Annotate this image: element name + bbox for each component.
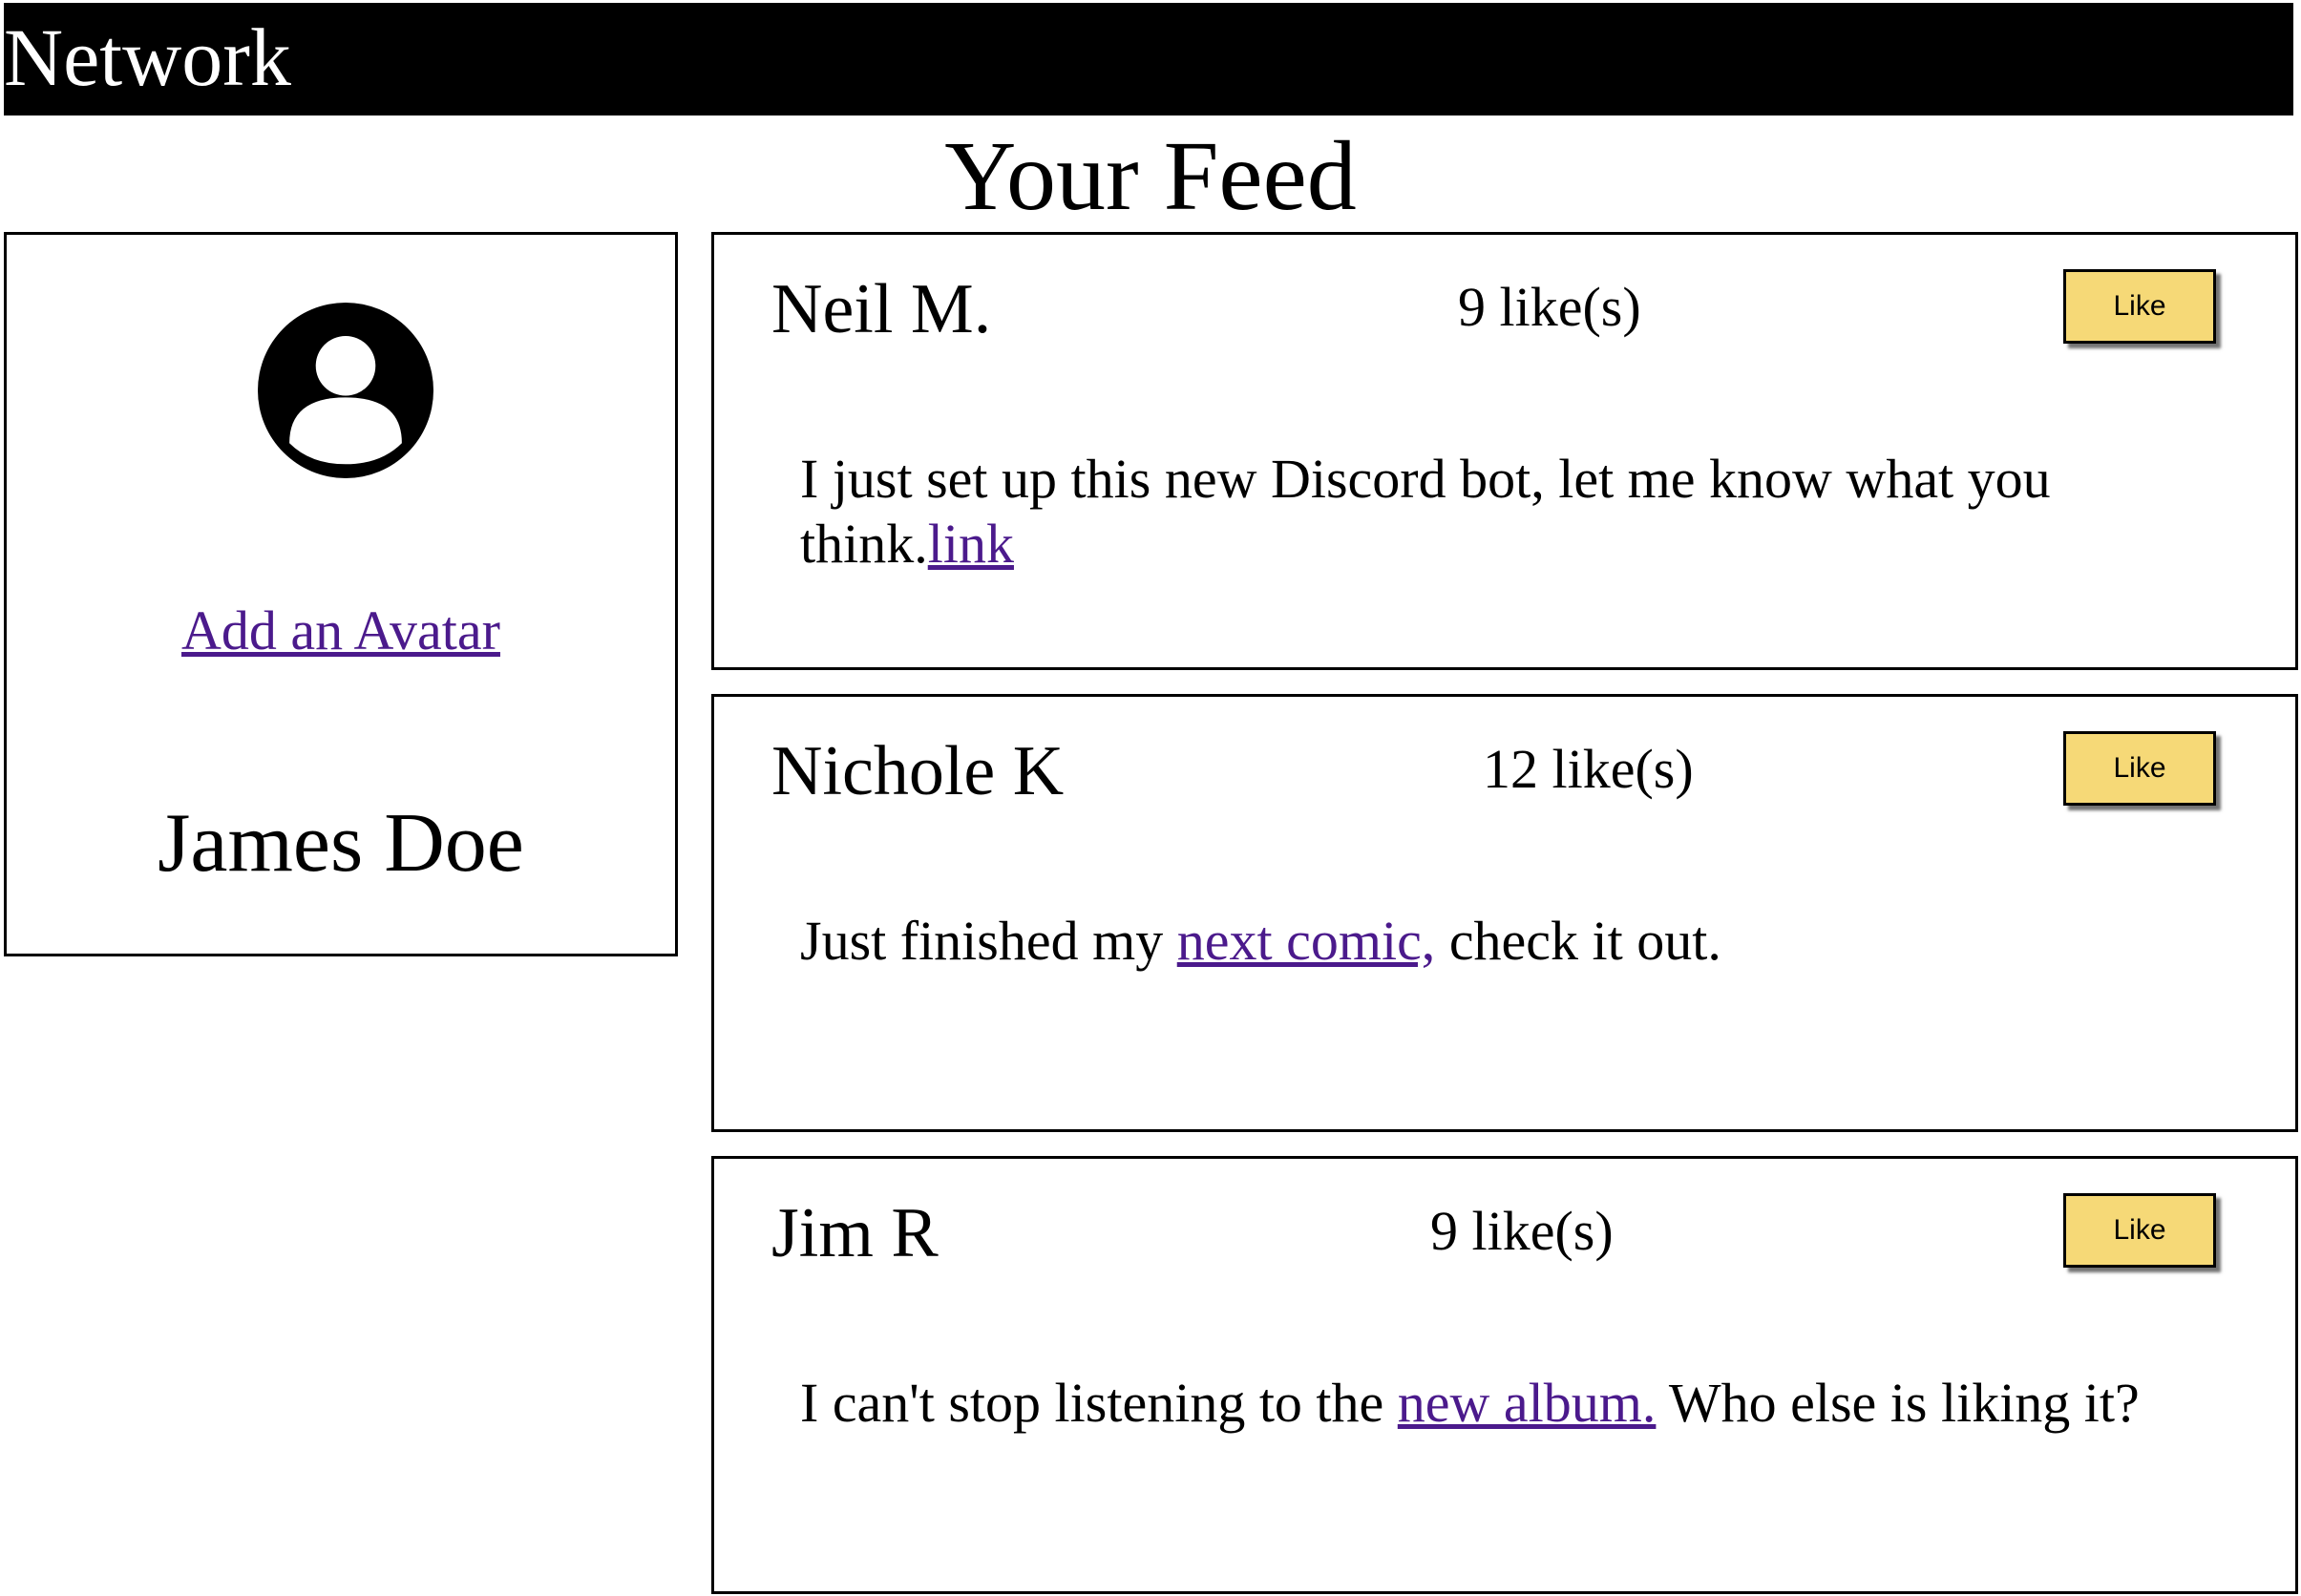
like-button[interactable]: Like — [2063, 731, 2216, 806]
brand-title[interactable]: Network — [4, 16, 291, 98]
post-author: Nichole K — [771, 732, 1065, 810]
page-title: Your Feed — [944, 121, 1357, 231]
post-card: Neil M. 9 like(s) Like I just set up thi… — [711, 232, 2298, 670]
user-circle-icon — [258, 303, 433, 478]
add-avatar-container: Add an Avatar — [7, 600, 675, 662]
post-like-count: 9 like(s) — [1430, 1200, 1614, 1262]
post-text: I just set up this new Discord bot, let … — [800, 447, 2204, 577]
post-text-before: Just finished my — [800, 910, 1177, 972]
like-button[interactable]: Like — [2063, 269, 2216, 344]
post-text-after: check it out. — [1435, 910, 1721, 972]
post-link[interactable]: next comic, — [1177, 910, 1436, 972]
post-like-count: 9 like(s) — [1458, 276, 1641, 338]
post-link[interactable]: link — [928, 513, 1014, 575]
profile-card: Add an Avatar James Doe — [4, 232, 678, 956]
post-card: Jim R 9 like(s) Like I can't stop listen… — [711, 1156, 2298, 1594]
post-author: Neil M. — [771, 270, 992, 348]
profile-name: James Doe — [158, 797, 524, 890]
post-card: Nichole K 12 like(s) Like Just finished … — [711, 694, 2298, 1132]
top-navbar: Network — [4, 3, 2293, 116]
post-text: Just finished my next comic, check it ou… — [800, 909, 2204, 974]
post-text-after: Who else is liking it? — [1656, 1372, 2140, 1434]
post-author: Jim R — [771, 1194, 939, 1272]
like-button[interactable]: Like — [2063, 1193, 2216, 1268]
post-link[interactable]: new album. — [1398, 1372, 1657, 1434]
post-text-before: I can't stop listening to the — [800, 1372, 1398, 1434]
add-avatar-link[interactable]: Add an Avatar — [181, 599, 500, 662]
post-text: I can't stop listening to the new album.… — [800, 1371, 2204, 1436]
post-like-count: 12 like(s) — [1483, 738, 1694, 800]
